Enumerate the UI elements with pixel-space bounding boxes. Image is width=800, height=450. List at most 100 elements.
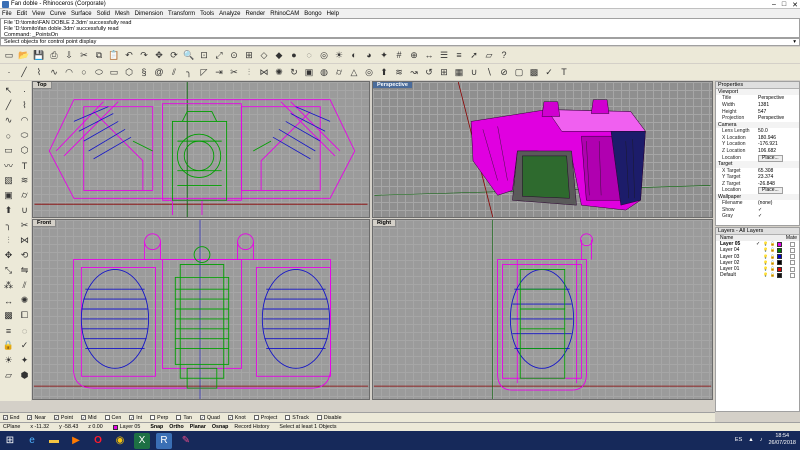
polyline-icon[interactable]: ⌇ — [32, 65, 46, 79]
box-icon[interactable]: ▣ — [302, 65, 316, 79]
sweep-icon[interactable]: ↝ — [407, 65, 421, 79]
chevron-down-icon[interactable]: ▾ — [793, 39, 796, 46]
osnap-knot[interactable]: ✓ Knot — [227, 415, 246, 421]
line-icon[interactable]: ╱ — [17, 65, 31, 79]
excel-icon[interactable]: X — [134, 432, 150, 449]
clock[interactable]: 18:54 26/07/2018 — [768, 433, 796, 447]
target-prop-value[interactable]: 65.308 — [758, 168, 799, 175]
layer-icon[interactable]: ≡ — [452, 48, 466, 62]
target-prop-value[interactable]: 23.374 — [758, 174, 799, 181]
layer-color-swatch[interactable] — [776, 254, 782, 260]
fillet-icon[interactable]: ╮ — [182, 65, 196, 79]
rotate-view-icon[interactable]: ⟳ — [167, 48, 181, 62]
viewport-prop-value[interactable]: 1381 — [758, 102, 799, 109]
osnap-checkbox[interactable]: ✓ — [27, 415, 33, 420]
ie-icon[interactable]: e — [24, 433, 40, 449]
layers-col-material[interactable]: Mate — [786, 235, 797, 241]
open-icon[interactable]: 📂 — [17, 48, 31, 62]
polyline-icon[interactable]: ⌇ — [17, 98, 32, 113]
undo-icon[interactable]: ↶ — [122, 48, 136, 62]
text-icon[interactable]: T — [17, 158, 32, 173]
line-icon[interactable]: ╱ — [1, 98, 16, 113]
target-place-button[interactable]: Place... — [758, 187, 783, 195]
cut-icon[interactable]: ✂ — [77, 48, 91, 62]
layer-material-swatch[interactable] — [789, 260, 795, 266]
lock-icon[interactable]: 🔒 — [1, 338, 16, 353]
group-icon[interactable]: ⧠ — [17, 308, 32, 323]
extrude-icon[interactable]: ⬆ — [1, 203, 16, 218]
osnap-checkbox[interactable] — [285, 415, 291, 420]
torus-icon[interactable]: ◎ — [362, 65, 376, 79]
ellipse-icon[interactable]: ⬭ — [92, 65, 106, 79]
rhino-icon[interactable]: R — [156, 432, 172, 449]
extrude-icon[interactable]: ⬆ — [377, 65, 391, 79]
polygon-icon[interactable]: ⬡ — [122, 65, 136, 79]
analyze-icon[interactable]: ✓ — [17, 338, 32, 353]
redo-icon[interactable]: ↷ — [137, 48, 151, 62]
curve-icon[interactable]: ∿ — [47, 65, 61, 79]
rectangle-icon[interactable]: ▭ — [107, 65, 121, 79]
wallpaper-prop-value[interactable]: ✓ — [758, 207, 799, 214]
save-icon[interactable]: 💾 — [32, 48, 46, 62]
layer-material-swatch[interactable] — [789, 266, 795, 272]
menu-dimension[interactable]: Dimension — [135, 11, 163, 17]
osnap-checkbox[interactable]: ✓ — [53, 415, 59, 420]
scale-icon[interactable]: ⤡ — [1, 263, 16, 278]
viewport-perspective[interactable]: Perspective — [372, 81, 713, 218]
loft-icon[interactable]: ≋ — [392, 65, 406, 79]
viewport-right[interactable]: Right — [372, 219, 713, 400]
cube-icon[interactable]: ⬢ — [17, 368, 32, 383]
mirror-icon[interactable]: ⇋ — [17, 263, 32, 278]
viewport-prop-value[interactable]: 547 — [758, 109, 799, 116]
layer-row[interactable]: Default 💡 🔓 — [716, 272, 799, 278]
layer-material-swatch[interactable] — [789, 241, 795, 247]
layer-color-swatch[interactable] — [776, 241, 782, 247]
copy-icon[interactable]: ⧉ — [92, 48, 106, 62]
ellipse-icon[interactable]: ⬭ — [17, 128, 32, 143]
explode-icon[interactable]: ✺ — [272, 65, 286, 79]
boolean-diff-icon[interactable]: ∖ — [482, 65, 496, 79]
arc-icon[interactable]: ◠ — [62, 65, 76, 79]
viewport-label-right[interactable]: Right — [373, 220, 397, 227]
select-arrow-icon[interactable]: ↖ — [1, 83, 16, 98]
osnap-checkbox[interactable]: ✓ — [81, 415, 86, 420]
analyze-icon[interactable]: ✓ — [542, 65, 556, 79]
status-layer[interactable]: Layer 05 — [112, 424, 140, 430]
rectangle-icon[interactable]: ▭ — [1, 143, 16, 158]
viewport-label-top[interactable]: Top — [33, 82, 52, 89]
light-icon[interactable]: ✦ — [377, 48, 391, 62]
rotate-icon[interactable]: ⟲ — [17, 248, 32, 263]
viewport-prop-value[interactable]: Perspective — [758, 95, 799, 102]
arc-icon[interactable]: ◠ — [17, 113, 32, 128]
viewport-label-front[interactable]: Front — [33, 220, 57, 227]
camera-prop-value[interactable]: 106.682 — [758, 148, 799, 155]
explode-icon[interactable]: ✺ — [17, 293, 32, 308]
fillet-icon[interactable]: ╮ — [1, 218, 16, 233]
cone-icon[interactable]: △ — [347, 65, 361, 79]
curve-icon[interactable]: ∿ — [1, 113, 16, 128]
mesh-icon[interactable]: ▩ — [527, 65, 541, 79]
osnap-near[interactable]: ✓ Near — [27, 415, 46, 421]
print-icon[interactable]: ⎙ — [47, 48, 61, 62]
join-icon[interactable]: ⋈ — [257, 65, 271, 79]
surface-icon[interactable]: ▧ — [1, 173, 16, 188]
extend-icon[interactable]: ⇥ — [212, 65, 226, 79]
paste-icon[interactable]: 📋 — [107, 48, 121, 62]
zoom-window-icon[interactable]: ⊡ — [197, 48, 211, 62]
zoom-icon[interactable]: 🔍 — [182, 48, 196, 62]
chamfer-icon[interactable]: ◸ — [197, 65, 211, 79]
start-icon[interactable]: ⊞ — [2, 433, 18, 449]
menu-solid[interactable]: Solid — [97, 11, 110, 17]
dimension-icon[interactable]: ↔ — [1, 293, 16, 308]
dimension-icon[interactable]: ↔ — [422, 48, 436, 62]
rendered-icon[interactable]: ● — [287, 48, 301, 62]
cylinder-icon[interactable]: ⌭ — [332, 65, 346, 79]
menu-mesh[interactable]: Mesh — [115, 11, 130, 17]
menu-render[interactable]: Render — [246, 11, 266, 17]
grid-icon[interactable]: # — [392, 48, 406, 62]
boolean-split-icon[interactable]: ⊘ — [497, 65, 511, 79]
join-icon[interactable]: ⋈ — [17, 233, 32, 248]
paint-icon[interactable]: ✎ — [178, 433, 194, 449]
volume-icon[interactable]: ♪ — [760, 437, 763, 444]
boolean-icon[interactable]: ∪ — [17, 203, 32, 218]
